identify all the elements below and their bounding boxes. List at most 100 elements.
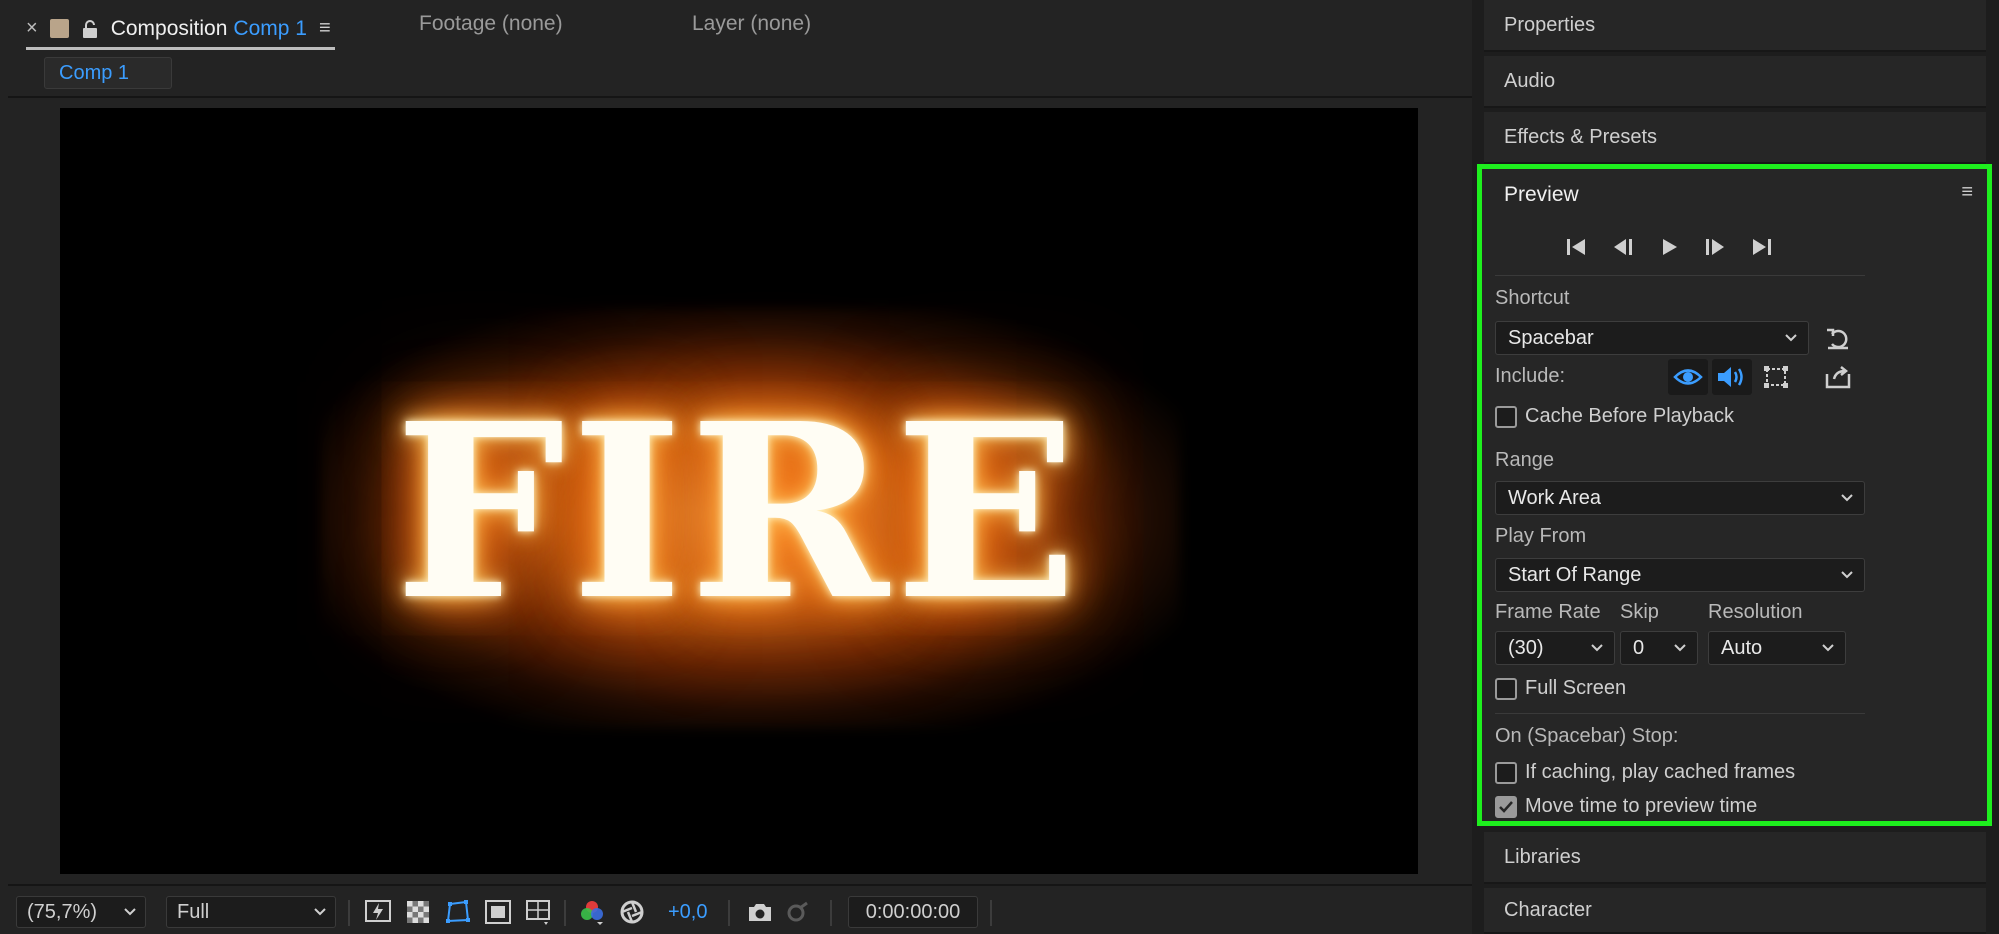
range-value: Work Area: [1508, 486, 1601, 509]
include-video-eye-icon[interactable]: [1668, 359, 1708, 395]
if-caching-checkbox[interactable]: If caching, play cached frames: [1495, 761, 1795, 784]
last-frame-icon[interactable]: [1748, 234, 1774, 260]
viewer-tab-bar: × Composition Comp 1 ≡ Footage (none) Lay…: [0, 0, 1472, 50]
show-snapshot-icon[interactable]: [782, 896, 814, 928]
cache-before-playback-label: Cache Before Playback: [1525, 405, 1735, 427]
snapshot-camera-icon[interactable]: [744, 896, 776, 928]
toolbar-separator: [990, 900, 992, 926]
cache-before-playback-checkbox[interactable]: Cache Before Playback: [1495, 405, 1734, 428]
play-from-value: Start Of Range: [1508, 563, 1642, 586]
fast-previews-icon[interactable]: [362, 896, 394, 928]
transparency-grid-icon[interactable]: [402, 896, 434, 928]
move-time-checkbox[interactable]: Move time to preview time: [1495, 795, 1757, 818]
previous-frame-icon[interactable]: [1610, 234, 1636, 260]
region-of-interest-icon[interactable]: [482, 896, 514, 928]
composition-viewer[interactable]: FIRE: [60, 108, 1418, 874]
first-frame-icon[interactable]: [1564, 234, 1590, 260]
tab-composition[interactable]: × Composition Comp 1 ≡: [26, 10, 335, 50]
panel-libraries[interactable]: Libraries: [1484, 832, 1986, 884]
breadcrumb-comp1[interactable]: Comp 1: [44, 57, 172, 89]
export-preview-icon[interactable]: [1818, 359, 1858, 395]
shortcut-select[interactable]: Spacebar: [1495, 321, 1809, 355]
preview-panel: Preview ≡ Shortcut Spacebar Include: Cac…: [1477, 164, 1992, 826]
reset-shortcut-icon[interactable]: [1818, 321, 1858, 357]
preview-panel-title: Preview: [1504, 183, 1579, 206]
reset-exposure-icon[interactable]: [616, 896, 648, 928]
preview-resolution-value: Auto: [1721, 636, 1763, 659]
resolution-value: Full: [177, 900, 210, 923]
magnification-value: (75,7%): [27, 900, 98, 923]
panel-character[interactable]: Character: [1484, 888, 1986, 934]
play-icon[interactable]: [1656, 234, 1682, 260]
chevron-down-icon: [1591, 644, 1603, 652]
resolution-select[interactable]: Full: [166, 896, 336, 928]
composition-label: Composition: [110, 16, 228, 40]
lock-icon[interactable]: [81, 19, 99, 39]
checkbox-box-checked[interactable]: [1495, 795, 1517, 818]
full-screen-label: Full Screen: [1525, 677, 1627, 699]
chevron-down-icon: [314, 908, 326, 916]
composition-tab-title: Composition Comp 1: [111, 17, 307, 41]
toolbar-separator: [728, 900, 730, 926]
viewer-toolbar: (75,7%) Full +0,0 0:00:00:00: [8, 884, 1472, 934]
composition-name: Comp 1: [233, 16, 307, 40]
resolution-preview-select[interactable]: Auto: [1708, 631, 1846, 665]
skip-label: Skip: [1620, 601, 1659, 623]
toolbar-separator: [564, 900, 566, 926]
panel-menu-icon[interactable]: ≡: [1961, 181, 1973, 204]
if-caching-label: If caching, play cached frames: [1525, 761, 1796, 783]
move-time-label: Move time to preview time: [1525, 795, 1758, 817]
range-label: Range: [1495, 449, 1554, 471]
next-frame-icon[interactable]: [1702, 234, 1728, 260]
skip-select[interactable]: 0: [1620, 631, 1698, 665]
transport-controls: [1564, 227, 1948, 267]
color-channels-icon[interactable]: [576, 896, 608, 928]
checkbox-box[interactable]: [1495, 761, 1517, 784]
panel-audio[interactable]: Audio: [1484, 56, 1986, 108]
fire-text-layer: FIRE: [394, 371, 1084, 653]
exposure-value[interactable]: +0,0: [668, 896, 707, 928]
checkbox-box[interactable]: [1495, 405, 1517, 428]
section-divider: [1495, 275, 1865, 276]
chevron-down-icon: [124, 908, 136, 916]
include-label: Include:: [1495, 365, 1566, 387]
full-screen-checkbox[interactable]: Full Screen: [1495, 677, 1626, 700]
play-from-select[interactable]: Start Of Range: [1495, 558, 1865, 592]
magnification-select[interactable]: (75,7%): [16, 896, 146, 928]
composition-navigator: Comp 1: [8, 50, 1472, 98]
include-audio-speaker-icon[interactable]: [1712, 359, 1752, 395]
chevron-down-icon: [1841, 494, 1853, 502]
frame-rate-label: Frame Rate: [1495, 601, 1601, 623]
close-icon[interactable]: ×: [26, 17, 38, 40]
mask-visibility-icon[interactable]: [442, 896, 474, 928]
composition-area: × Composition Comp 1 ≡ Footage (none) Lay…: [0, 0, 1472, 934]
checkbox-box[interactable]: [1495, 677, 1517, 700]
include-overlays-icon[interactable]: [1756, 359, 1796, 395]
tab-layer[interactable]: Layer (none): [692, 12, 811, 36]
guides-grid-icon[interactable]: [522, 896, 554, 928]
tab-footage[interactable]: Footage (none): [419, 12, 563, 36]
toolbar-separator: [348, 900, 350, 926]
current-time-display[interactable]: 0:00:00:00: [848, 896, 978, 928]
right-panel-stack: Properties Audio Effects & Presets Previ…: [1472, 0, 1999, 934]
skip-value: 0: [1633, 636, 1645, 659]
frame-rate-select[interactable]: (30): [1495, 631, 1615, 665]
checkmark-icon: [1499, 800, 1513, 813]
section-divider: [1495, 713, 1865, 714]
panel-properties[interactable]: Properties: [1484, 0, 1986, 52]
comp-color-swatch: [49, 19, 69, 38]
chevron-down-icon: [1785, 334, 1797, 342]
resolution-label: Resolution: [1708, 601, 1803, 623]
play-from-label: Play From: [1495, 525, 1587, 547]
chevron-down-icon: [1841, 571, 1853, 579]
chevron-down-icon: [1822, 644, 1834, 652]
toolbar-separator: [830, 900, 832, 926]
shortcut-label: Shortcut: [1495, 287, 1570, 309]
frame-rate-value: (30): [1508, 636, 1544, 659]
range-select[interactable]: Work Area: [1495, 481, 1865, 515]
tab-menu-icon[interactable]: ≡: [319, 17, 331, 40]
on-stop-label: On (Spacebar) Stop:: [1495, 725, 1679, 747]
shortcut-value: Spacebar: [1508, 326, 1594, 349]
chevron-down-icon: [1674, 644, 1686, 652]
panel-effects-presets[interactable]: Effects & Presets: [1484, 112, 1986, 164]
